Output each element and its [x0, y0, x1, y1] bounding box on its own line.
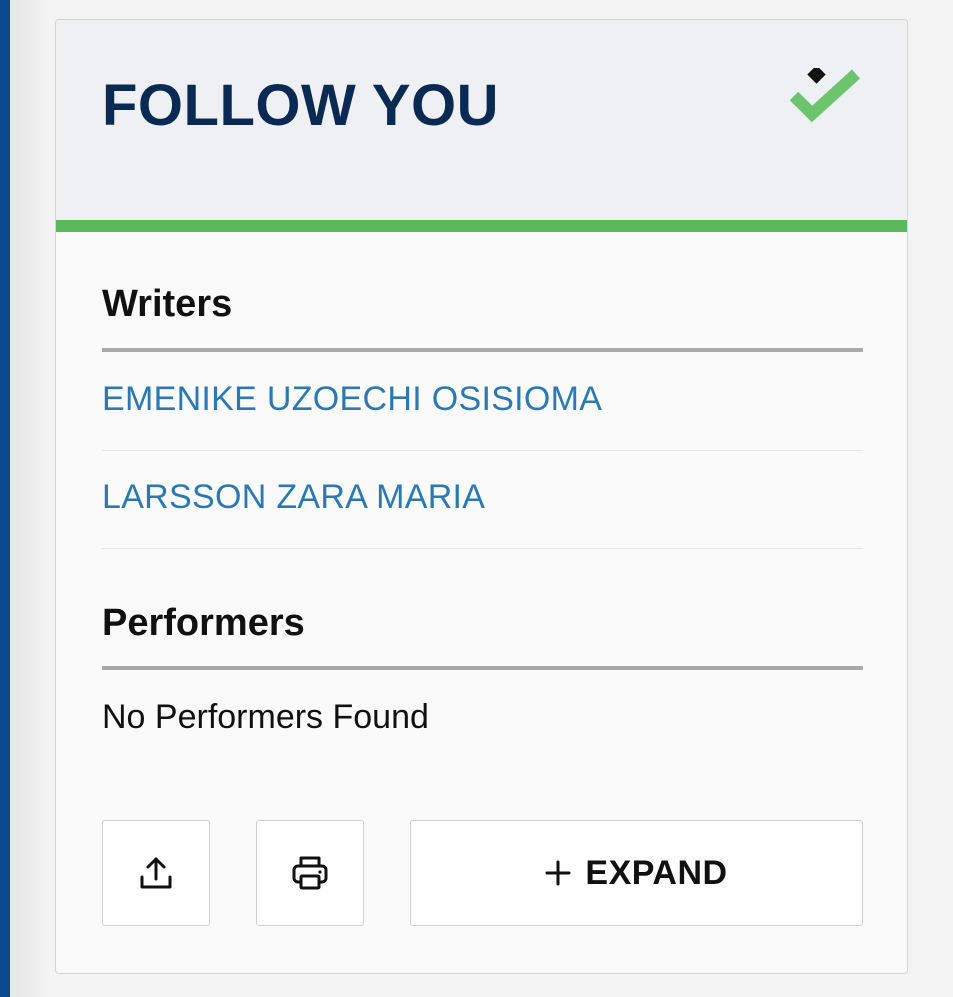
- checkmark-with-diamond-icon: [789, 68, 861, 123]
- list-divider: [102, 450, 863, 451]
- header-accent-bar: [56, 220, 907, 232]
- writers-heading-rule: [102, 348, 863, 352]
- expand-button-label: EXPAND: [585, 853, 728, 892]
- expand-button[interactable]: EXPAND: [410, 820, 863, 926]
- share-upload-icon: [140, 857, 172, 889]
- card-header: FOLLOW YOU: [56, 20, 907, 220]
- expand-button-content: EXPAND: [545, 854, 727, 893]
- plus-icon: [545, 860, 571, 886]
- writers-heading: Writers: [102, 283, 233, 325]
- share-button[interactable]: [102, 820, 210, 926]
- card-title: FOLLOW YOU: [102, 73, 500, 138]
- printer-icon: [292, 856, 328, 890]
- work-details-card: FOLLOW YOU Writers EMENIKE UZOECHI OSISI…: [55, 19, 908, 974]
- writer-link[interactable]: LARSSON ZARA MARIA: [102, 478, 485, 517]
- print-button[interactable]: [256, 820, 364, 926]
- left-edge-shadow: [10, 0, 50, 997]
- left-accent-edge: [0, 0, 10, 997]
- performers-heading-rule: [102, 666, 863, 670]
- performers-heading: Performers: [102, 602, 305, 644]
- list-divider: [102, 548, 863, 549]
- performers-empty-message: No Performers Found: [102, 698, 429, 736]
- writer-link[interactable]: EMENIKE UZOECHI OSISIOMA: [102, 380, 602, 419]
